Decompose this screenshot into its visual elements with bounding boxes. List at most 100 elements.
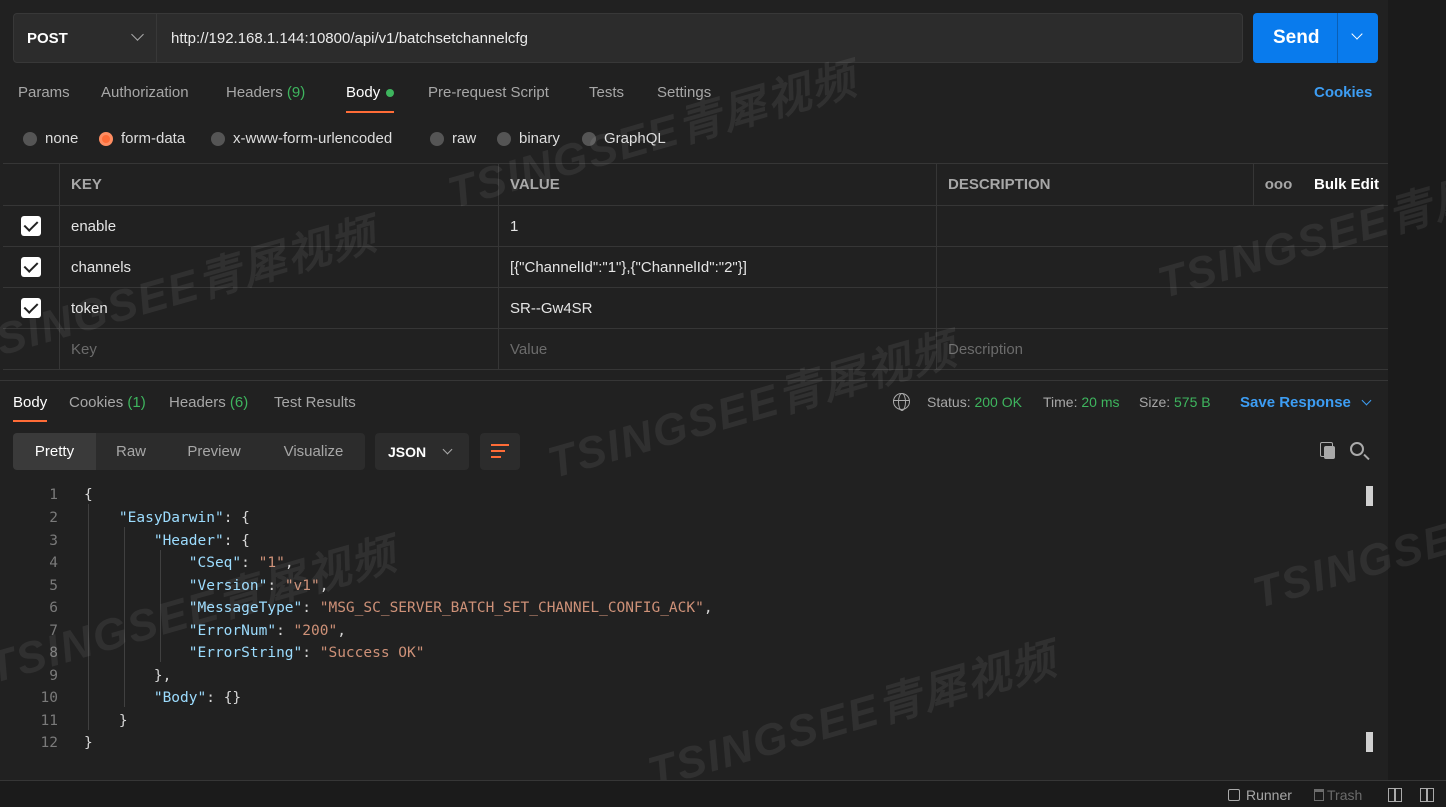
radio-label: form-data: [121, 130, 186, 147]
status-value: 200 OK: [974, 394, 1022, 410]
right-sidebar: [1388, 0, 1446, 780]
tab-settings[interactable]: Settings: [657, 84, 711, 101]
response-tab-headers[interactable]: Headers (6): [169, 394, 248, 411]
two-pane-icon[interactable]: [1388, 788, 1402, 802]
column-header-key: KEY: [59, 164, 498, 205]
tab-tests[interactable]: Tests: [589, 84, 624, 101]
row-checkbox[interactable]: [21, 257, 41, 277]
chevron-down-icon: [131, 28, 144, 41]
view-preview-button[interactable]: Preview: [166, 433, 262, 470]
form-data-table: KEY VALUE DESCRIPTION ooo Bulk Edit enab…: [3, 163, 1388, 370]
save-response-button[interactable]: Save Response: [1240, 394, 1372, 411]
tab-authorization[interactable]: Authorization: [101, 84, 189, 101]
line-number: 1: [49, 487, 58, 503]
body-type-options: none form-data x-www-form-urlencoded raw…: [0, 124, 1388, 154]
value-field[interactable]: SR--Gw4SR: [498, 288, 936, 328]
view-visualize-button[interactable]: Visualize: [262, 433, 365, 470]
line-number: 11: [40, 713, 58, 729]
tab-body[interactable]: Body: [346, 84, 395, 113]
time-readout[interactable]: Time: 20 ms: [1043, 394, 1120, 410]
response-tab-body[interactable]: Body: [13, 394, 48, 422]
method-select[interactable]: POST: [13, 13, 157, 63]
table-row: token SR--Gw4SR: [3, 288, 1388, 329]
tab-params[interactable]: Params: [18, 84, 70, 101]
chevron-down-icon: [1361, 395, 1372, 406]
tab-headers-label: Headers: [226, 84, 283, 101]
view-raw-button[interactable]: Raw: [96, 433, 166, 470]
row-checkbox[interactable]: [21, 216, 41, 236]
key-placeholder-field[interactable]: Key: [59, 329, 498, 369]
radio-label: binary: [519, 130, 560, 147]
line-number: 12: [40, 735, 58, 751]
radio-raw[interactable]: raw: [430, 130, 476, 147]
table-row-new: Key Value Description: [3, 329, 1388, 370]
send-dropdown-icon[interactable]: [1351, 28, 1363, 40]
line-number: 10: [40, 690, 58, 706]
cookies-link[interactable]: Cookies: [1314, 84, 1372, 101]
radio-form-data[interactable]: form-data: [99, 130, 185, 147]
scrollbar-thumb[interactable]: [1366, 486, 1373, 506]
pane-divider[interactable]: [0, 380, 1388, 381]
header-checkbox-cell: [3, 164, 59, 205]
response-body-editor[interactable]: 1 2 3 4 5 6 7 8 9 10 11 12 { "EasyDarwin…: [0, 484, 1388, 774]
key-field[interactable]: channels: [59, 247, 498, 287]
trash-icon: [1314, 789, 1324, 801]
row-checkbox-cell: [3, 288, 59, 328]
more-options-icon[interactable]: ooo: [1253, 164, 1303, 205]
response-tab-test-results[interactable]: Test Results: [274, 394, 356, 411]
radio-icon: [582, 131, 596, 146]
response-tab-cookies[interactable]: Cookies (1): [69, 394, 146, 411]
row-checkbox[interactable]: [21, 298, 41, 318]
radio-icon: [211, 131, 225, 146]
response-tabs: Body Cookies (1) Headers (6) Test Result…: [0, 388, 1388, 424]
column-header-description: DESCRIPTION: [936, 164, 1253, 205]
wrap-icon: [491, 456, 501, 458]
search-icon[interactable]: [1350, 442, 1364, 456]
wrap-lines-button[interactable]: [480, 433, 520, 470]
layout-icon[interactable]: [1420, 788, 1434, 802]
line-number: 2: [49, 510, 58, 526]
send-button[interactable]: Send: [1253, 13, 1378, 63]
status-readout[interactable]: Status: 200 OK: [927, 394, 1022, 410]
value-field[interactable]: [{"ChannelId":"1"},{"ChannelId":"2"}]: [498, 247, 936, 287]
code-line: "ErrorString": "Success OK": [188, 645, 425, 661]
size-readout[interactable]: Size: 575 B: [1139, 394, 1211, 410]
description-field[interactable]: [936, 288, 1253, 328]
tab-headers[interactable]: Headers (9): [226, 84, 305, 101]
description-placeholder-field[interactable]: Description: [936, 329, 1253, 369]
key-field[interactable]: enable: [59, 206, 498, 246]
row-checkbox-cell: [3, 329, 59, 369]
key-field[interactable]: token: [59, 288, 498, 328]
radio-binary[interactable]: binary: [497, 130, 560, 147]
trash-button[interactable]: Trash: [1314, 787, 1362, 803]
tab-prerequest-script[interactable]: Pre-request Script: [428, 84, 549, 101]
runner-button[interactable]: Runner: [1228, 787, 1292, 803]
wrap-icon: [491, 444, 509, 446]
bulk-edit-button[interactable]: Bulk Edit: [1303, 164, 1388, 205]
code-line: {: [84, 487, 93, 503]
size-label: Size:: [1139, 394, 1171, 410]
format-select[interactable]: JSON: [375, 433, 469, 470]
value-placeholder-field[interactable]: Value: [498, 329, 936, 369]
globe-icon[interactable]: [893, 393, 910, 411]
copy-icon[interactable]: [1320, 442, 1336, 460]
line-number: 6: [49, 600, 58, 616]
response-headers-count: (6): [229, 394, 249, 411]
send-divider: [1337, 13, 1338, 63]
scrollbar-thumb[interactable]: [1366, 732, 1373, 752]
radio-x-www-form-urlencoded[interactable]: x-www-form-urlencoded: [211, 130, 392, 147]
value-field[interactable]: 1: [498, 206, 936, 246]
code-line: "EasyDarwin": {: [118, 510, 250, 526]
radio-label: none: [45, 130, 79, 147]
code-line: "Header": {: [153, 533, 250, 549]
description-field[interactable]: [936, 206, 1253, 246]
code-line: "Body": {}: [153, 690, 242, 706]
radio-graphql[interactable]: GraphQL: [582, 130, 666, 147]
view-pretty-button[interactable]: Pretty: [13, 433, 96, 470]
description-field[interactable]: [936, 247, 1253, 287]
tab-body-label: Body: [346, 84, 381, 101]
line-number: 5: [49, 578, 58, 594]
url-input[interactable]: http://192.168.1.144:10800/api/v1/batchs…: [157, 13, 1243, 63]
line-number: 4: [49, 555, 58, 571]
radio-none[interactable]: none: [23, 130, 78, 147]
